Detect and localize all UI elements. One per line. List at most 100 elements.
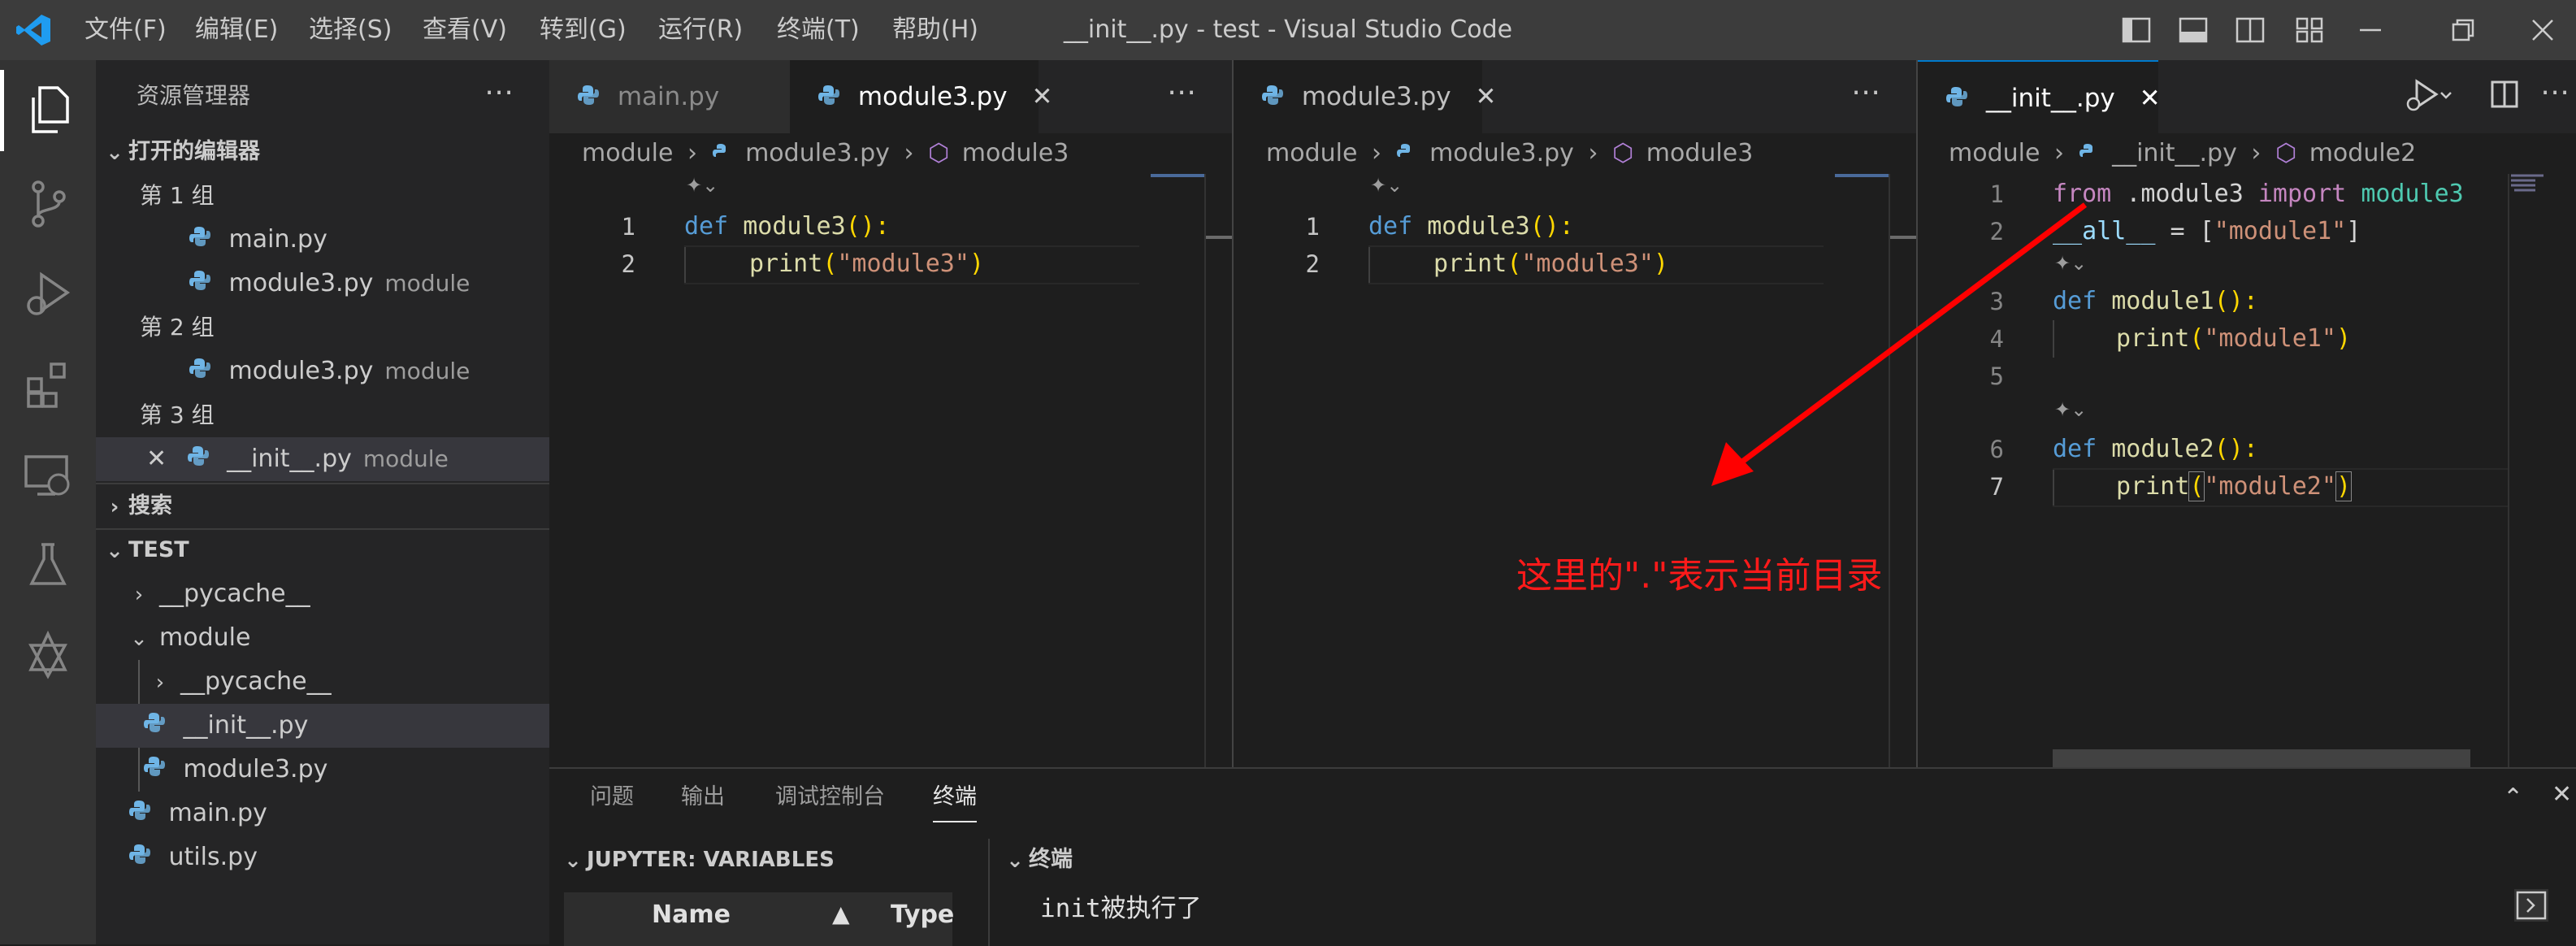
tree-file-init[interactable]: __init__.py [96, 704, 549, 748]
code-line[interactable]: def module3(): [684, 208, 890, 245]
code-line[interactable]: from .module3 import module3 [2053, 176, 2464, 213]
split-editor-icon[interactable] [2490, 80, 2519, 112]
tree-file-utils[interactable]: utils.py [96, 835, 549, 879]
tab-main-py[interactable]: main.py [549, 60, 790, 133]
customize-layout-icon[interactable] [2282, 0, 2339, 60]
tab-module3-py[interactable]: module3.py ✕ [790, 60, 1052, 135]
close-editor-icon[interactable]: ✕ [146, 437, 179, 481]
open-editor-item-active[interactable]: ✕ __init__.py module [96, 437, 549, 481]
extensions-icon[interactable] [0, 340, 96, 429]
menu-go[interactable]: 转到(G) [540, 0, 627, 60]
tab-debug-console[interactable]: 调试控制台 [775, 769, 885, 826]
bottom-panel: 问题 输出 调试控制台 终端 ⌃ ✕ ⌄ JUPYTER: VARIABLES N… [549, 767, 2576, 946]
close-panel-icon[interactable]: ✕ [2552, 780, 2572, 809]
menu-selection[interactable]: 选择(S) [309, 0, 392, 60]
menu-terminal[interactable]: 终端(T) [777, 0, 860, 60]
menu-help[interactable]: 帮助(H) [892, 0, 978, 60]
close-tab-icon[interactable]: ✕ [2140, 84, 2161, 113]
folder-name: module [159, 623, 251, 652]
code-line[interactable]: def module3(): [1368, 208, 1574, 245]
code-line[interactable]: print("module3") [1433, 245, 1668, 283]
explorer-icon[interactable] [0, 65, 96, 154]
restore-icon[interactable] [2435, 0, 2491, 60]
menu-file[interactable]: 文件(F) [85, 0, 167, 60]
close-tab-icon[interactable]: ✕ [1032, 82, 1053, 111]
source-control-icon[interactable] [0, 159, 96, 249]
breadcrumb-file[interactable]: __init__.py [2112, 139, 2237, 167]
terminal-view-header[interactable]: ⌄ 终端 [1001, 839, 1073, 881]
file-name: utils.py [168, 843, 258, 871]
minimap[interactable] [2511, 172, 2550, 197]
tree-folder-module[interactable]: ⌄ module [96, 616, 549, 660]
breadcrumb-symbol[interactable]: module3 [962, 139, 1069, 167]
tree-file-module3[interactable]: module3.py [96, 748, 549, 792]
more-actions-icon[interactable]: ⋯ [2540, 60, 2569, 133]
breadcrumb-symbol[interactable]: module2 [2309, 139, 2417, 167]
codelens-icon[interactable]: ✦⌄ [686, 174, 718, 197]
more-actions-icon[interactable]: ⋯ [484, 60, 514, 132]
breadcrumb-file[interactable]: module3.py [745, 139, 890, 167]
menu-run[interactable]: 运行(R) [658, 0, 743, 60]
minimap[interactable] [1835, 174, 1889, 177]
open-editor-item[interactable]: module3.py module [96, 262, 549, 306]
tab-problems[interactable]: 问题 [590, 769, 634, 826]
terminal-output[interactable]: init被执行了 [1040, 887, 1202, 924]
tab-output[interactable]: 输出 [681, 769, 725, 826]
breadcrumb: module › __init__.py › ⬡ module2 [1949, 133, 2416, 174]
run-debug-icon[interactable] [0, 249, 96, 338]
horizontal-scrollbar-thumb[interactable] [2053, 749, 2470, 767]
more-actions-icon[interactable]: ⋯ [1851, 60, 1880, 133]
toggle-secondary-sidebar-icon[interactable] [2222, 0, 2279, 60]
python-file-icon [1261, 62, 1284, 135]
scrollbar-track[interactable] [1204, 174, 1206, 767]
menu-edit[interactable]: 编辑(E) [195, 0, 278, 60]
editor-splitter[interactable] [1232, 60, 1234, 767]
open-editors-section[interactable]: ⌄ 打开的编辑器 [96, 130, 549, 174]
open-editor-item[interactable]: main.py [96, 218, 549, 262]
search-section[interactable]: › 搜索 [96, 484, 549, 528]
breadcrumb-symbol[interactable]: module3 [1646, 139, 1754, 167]
tree-file-main[interactable]: main.py [96, 792, 549, 835]
code-line[interactable]: print("module2") [2116, 468, 2353, 506]
code-line[interactable]: print("module3") [749, 245, 984, 283]
chevron-right-icon: › [110, 494, 119, 519]
minimap[interactable] [1151, 174, 1204, 177]
run-python-file-icon[interactable] [2405, 78, 2454, 117]
codelens-icon[interactable]: ✦⌄ [1370, 174, 1403, 197]
sort-ascending-icon[interactable]: ▲ [832, 900, 850, 927]
python-file-icon [817, 62, 840, 135]
more-actions-icon[interactable]: ⋯ [1167, 60, 1196, 133]
remote-explorer-icon[interactable] [0, 431, 96, 520]
close-window-icon[interactable] [2514, 0, 2571, 60]
project-section[interactable]: ⌄ TEST [96, 528, 549, 572]
close-tab-icon[interactable]: ✕ [1476, 82, 1497, 111]
toggle-sidebar-icon[interactable] [2108, 0, 2165, 60]
minimize-icon[interactable] [2342, 0, 2399, 60]
open-editor-item[interactable]: module3.py module [96, 349, 549, 393]
panel-splitter[interactable] [988, 839, 990, 946]
tree-folder-module-pycache[interactable]: › __pycache__ [96, 660, 549, 704]
tab-init-py[interactable]: __init__.py ✕ [1918, 60, 2161, 135]
column-type[interactable]: Type [891, 900, 954, 929]
jupyter-icon[interactable] [0, 610, 96, 699]
symbol-module-icon: ⬡ [1612, 139, 1634, 167]
toggle-panel-icon[interactable] [2165, 0, 2222, 60]
breadcrumb-folder[interactable]: module [582, 139, 673, 167]
testing-icon[interactable] [0, 520, 96, 610]
code-line[interactable]: print("module1") [2116, 320, 2351, 358]
menu-view[interactable]: 查看(V) [423, 0, 507, 60]
tab-terminal[interactable]: 终端 [933, 769, 977, 822]
breadcrumb-file[interactable]: module3.py [1429, 139, 1574, 167]
jupyter-variables-header[interactable]: ⌄ JUPYTER: VARIABLES [559, 839, 835, 881]
breadcrumb-folder[interactable]: module [1949, 139, 2040, 167]
column-name[interactable]: Name [652, 900, 731, 929]
line-number: 2 [1305, 250, 1320, 278]
breadcrumb-folder[interactable]: module [1266, 139, 1357, 167]
tab-module3-py[interactable]: module3.py ✕ [1234, 60, 1496, 135]
python-file-icon [128, 836, 151, 880]
scrollbar-track[interactable] [2508, 174, 2509, 767]
editor-group-1: 第 1 组 [140, 182, 215, 209]
tree-folder-pycache[interactable]: › __pycache__ [96, 572, 549, 616]
maximize-panel-icon[interactable]: ⌃ [2503, 783, 2523, 812]
terminal-scroll-icon[interactable] [2514, 889, 2548, 922]
